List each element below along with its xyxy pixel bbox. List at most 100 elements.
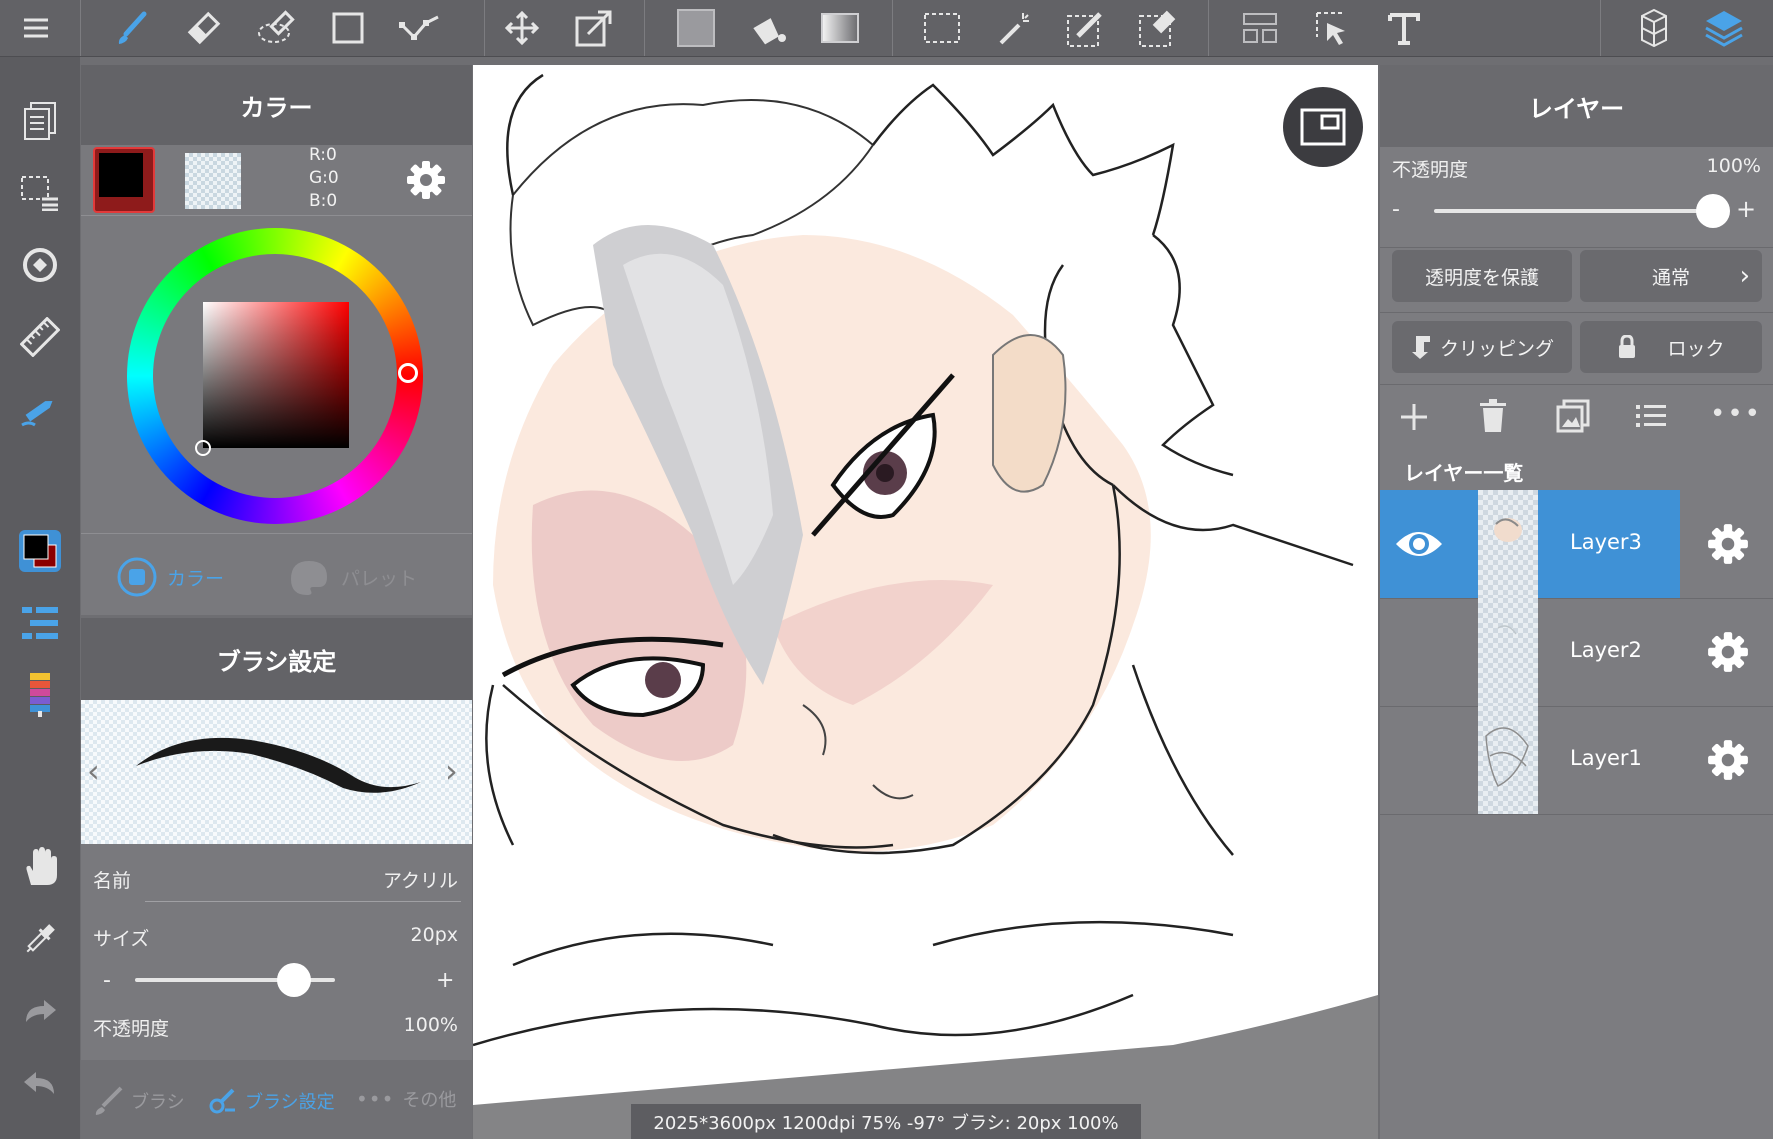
blend-mode-label: 通常: [1651, 266, 1690, 289]
layer-opacity-minus[interactable]: -: [1392, 197, 1400, 222]
rectangle-icon[interactable]: [324, 4, 372, 52]
brush-size-minus[interactable]: -: [103, 968, 111, 993]
undo-icon[interactable]: [14, 1057, 66, 1109]
layer-list-title: レイヤー一覧: [1404, 461, 1524, 485]
gradient-icon[interactable]: [816, 4, 864, 52]
more-options-icon[interactable]: •••: [1710, 399, 1762, 429]
add-layer-icon[interactable]: [1398, 401, 1430, 433]
status-text: 2025*3600px 1200dpi 75% -97° ブラシ: 20px 1…: [653, 1112, 1119, 1134]
other-tab-label: その他: [402, 1090, 457, 1111]
brush-settings: 名前 アクリル サイズ 20px - + 不透明度 100% ブラシ ブラシ設定…: [81, 844, 472, 1139]
layer-panel-title: レイヤー: [1528, 94, 1625, 123]
eyedropper-icon[interactable]: [14, 913, 66, 965]
duplicate-layer-icon[interactable]: [1556, 399, 1590, 433]
protect-alpha-button[interactable]: 透明度を保護: [1392, 250, 1572, 302]
move-icon[interactable]: [498, 4, 546, 52]
layer-opacity-plus[interactable]: +: [1736, 195, 1756, 223]
selection-list-icon[interactable]: [14, 167, 66, 219]
palette-tab-label: パレット: [341, 567, 418, 590]
brush-stroke-sample: [136, 737, 421, 793]
layer-row[interactable]: Layer1: [1380, 706, 1773, 815]
layer-thumbnail: [1478, 706, 1538, 814]
bucket-icon[interactable]: [744, 4, 792, 52]
select-eraser-icon[interactable]: [1134, 4, 1182, 52]
brush-list-icon[interactable]: [14, 597, 66, 649]
select-pen-icon[interactable]: [1062, 4, 1110, 52]
select-move-icon[interactable]: [1308, 4, 1356, 52]
hand-icon[interactable]: [14, 841, 66, 893]
fill-color-icon[interactable]: [672, 4, 720, 52]
blend-mode-button[interactable]: 通常 ›: [1580, 250, 1762, 302]
palette-icon: [291, 561, 327, 595]
3d-icon[interactable]: [1630, 4, 1678, 52]
primary-color-swatch[interactable]: [93, 147, 155, 213]
clipping-label: クリッピング: [1439, 337, 1554, 360]
layer-row[interactable]: Layer2: [1380, 598, 1773, 707]
menu-icon[interactable]: [12, 4, 60, 52]
rgb-readout: R:0 G:0 B:0: [309, 144, 339, 213]
color-swatch-icon[interactable]: [14, 525, 66, 577]
reference-window-icon: [1300, 108, 1346, 146]
layer-thumbnail: [1478, 598, 1538, 706]
redo-icon[interactable]: [14, 985, 66, 1037]
drawing-canvas[interactable]: [473, 65, 1378, 1139]
brush-panel-title: ブラシ設定: [216, 647, 337, 676]
color-settings-gear-icon[interactable]: [405, 159, 447, 201]
color-tab-label: カラー: [167, 567, 225, 590]
layer-settings-gear-icon[interactable]: [1706, 522, 1750, 566]
brush-settings-tab-label: ブラシ設定: [245, 1092, 335, 1113]
clipping-button[interactable]: クリッピング: [1392, 321, 1572, 373]
layers-icon[interactable]: [1700, 4, 1748, 52]
reference-window-button[interactable]: [1283, 87, 1363, 167]
color-panel: R:0 G:0 B:0 カラー パレット: [81, 145, 472, 615]
rotate-canvas-icon[interactable]: [14, 239, 66, 291]
sv-handle[interactable]: [195, 440, 211, 456]
rgb-g: G:0: [309, 168, 339, 188]
ruler-icon[interactable]: [14, 311, 66, 363]
brush-prev-arrow[interactable]: ‹: [87, 752, 100, 790]
brush-opacity-label: 不透明度: [93, 1018, 170, 1040]
layer-list-icon[interactable]: [1636, 403, 1666, 429]
layout-icon[interactable]: [1236, 4, 1284, 52]
eye-icon[interactable]: [1394, 524, 1444, 564]
secondary-color-swatch[interactable]: [185, 153, 241, 209]
palette-tab[interactable]: パレット: [287, 557, 417, 597]
lock-icon: [1619, 335, 1636, 358]
brush-icon[interactable]: [108, 4, 156, 52]
saturation-value-square[interactable]: [195, 302, 349, 456]
layer-settings-gear-icon[interactable]: [1706, 738, 1750, 782]
hue-handle[interactable]: [398, 363, 418, 383]
chevron-right-icon: ›: [1739, 261, 1750, 291]
more-dots-icon: •••: [356, 1087, 395, 1111]
transform-icon[interactable]: [570, 4, 618, 52]
brush-name-label: 名前: [93, 870, 132, 892]
layer-opacity-slider[interactable]: [1434, 194, 1730, 228]
layer-row[interactable]: Layer3: [1380, 490, 1773, 599]
brush-tab[interactable]: ブラシ: [93, 1086, 185, 1116]
brush-panel-header: ブラシ設定: [81, 618, 472, 700]
layer-opacity-label: 不透明度: [1392, 159, 1469, 181]
brush-size-knob[interactable]: [277, 963, 311, 997]
brush-size-slider[interactable]: [135, 963, 335, 997]
polyline-icon[interactable]: [396, 4, 444, 52]
lasso-eraser-icon[interactable]: [252, 4, 300, 52]
palette-bar-icon[interactable]: [14, 669, 66, 721]
lock-button[interactable]: ロック: [1580, 321, 1762, 373]
eraser-icon[interactable]: [180, 4, 228, 52]
layer-opacity-knob[interactable]: [1696, 194, 1730, 228]
brush-name-value[interactable]: アクリル: [383, 866, 458, 893]
pen-tool-icon[interactable]: [14, 383, 66, 435]
brush-next-arrow[interactable]: ›: [445, 752, 458, 790]
delete-layer-icon[interactable]: [1478, 399, 1508, 433]
layer-settings-gear-icon[interactable]: [1706, 630, 1750, 674]
document-icon[interactable]: [14, 95, 66, 147]
rgb-r: R:0: [309, 145, 337, 165]
brush-size-plus[interactable]: +: [436, 968, 454, 993]
rgb-b: B:0: [309, 191, 338, 211]
text-icon[interactable]: [1380, 4, 1428, 52]
magic-wand-icon[interactable]: [990, 4, 1038, 52]
other-tab[interactable]: ••• その他: [356, 1086, 456, 1112]
brush-settings-tab[interactable]: ブラシ設定: [207, 1086, 335, 1116]
select-rect-icon[interactable]: [918, 4, 966, 52]
color-tab[interactable]: カラー: [117, 557, 224, 597]
